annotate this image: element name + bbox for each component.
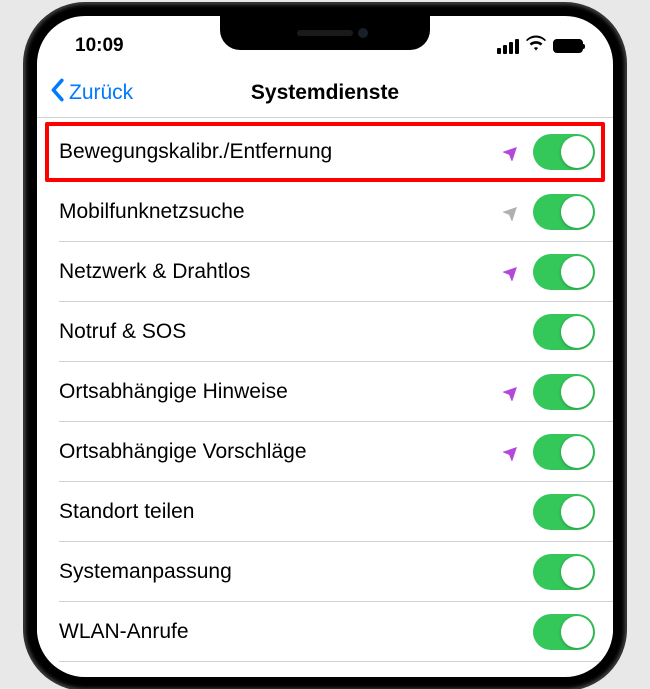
screen: 10:09 Zurück Systemdienste Bewegungskali… bbox=[37, 16, 613, 677]
setting-row-1: Mobilfunknetzsuche bbox=[37, 182, 613, 242]
location-arrow-icon bbox=[503, 143, 521, 161]
setting-row-2: Netzwerk & Drahtlos bbox=[37, 242, 613, 302]
toggle-switch[interactable] bbox=[533, 494, 595, 530]
toggle-knob bbox=[561, 616, 593, 648]
row-controls bbox=[503, 134, 595, 170]
setting-row-6: Standort teilen bbox=[37, 482, 613, 542]
row-controls bbox=[533, 554, 595, 590]
toggle-knob bbox=[561, 556, 593, 588]
setting-row-4: Ortsabhängige Hinweise bbox=[37, 362, 613, 422]
location-arrow-icon bbox=[503, 263, 521, 281]
setting-label: Notruf & SOS bbox=[59, 320, 186, 344]
toggle-switch[interactable] bbox=[533, 614, 595, 650]
toggle-knob bbox=[561, 436, 593, 468]
toggle-switch[interactable] bbox=[533, 254, 595, 290]
location-arrow-icon bbox=[503, 203, 521, 221]
setting-row-8: WLAN-Anrufe bbox=[37, 602, 613, 662]
toggle-knob bbox=[561, 196, 593, 228]
back-label: Zurück bbox=[69, 81, 133, 105]
back-button[interactable]: Zurück bbox=[37, 78, 133, 108]
toggle-switch[interactable] bbox=[533, 194, 595, 230]
status-time: 10:09 bbox=[75, 27, 124, 57]
toggle-knob bbox=[561, 136, 593, 168]
setting-label: WLAN-Anrufe bbox=[59, 620, 189, 644]
toggle-switch[interactable] bbox=[533, 134, 595, 170]
row-controls bbox=[503, 374, 595, 410]
setting-label: Standort teilen bbox=[59, 500, 194, 524]
setting-label: Netzwerk & Drahtlos bbox=[59, 260, 250, 284]
location-arrow-icon bbox=[503, 443, 521, 461]
toggle-switch[interactable] bbox=[533, 434, 595, 470]
battery-icon bbox=[553, 39, 583, 53]
row-controls bbox=[503, 194, 595, 230]
row-controls bbox=[533, 494, 595, 530]
navigation-bar: Zurück Systemdienste bbox=[37, 68, 613, 118]
cellular-signal-icon bbox=[497, 39, 519, 54]
setting-label: Systemanpassung bbox=[59, 560, 232, 584]
chevron-left-icon bbox=[49, 78, 65, 108]
setting-label: Mobilfunknetzsuche bbox=[59, 200, 245, 224]
row-controls bbox=[533, 314, 595, 350]
row-controls bbox=[503, 434, 595, 470]
toggle-switch[interactable] bbox=[533, 374, 595, 410]
row-controls bbox=[533, 614, 595, 650]
phone-frame: 10:09 Zurück Systemdienste Bewegungskali… bbox=[25, 4, 625, 689]
setting-label: Ortsabhängige Hinweise bbox=[59, 380, 288, 404]
setting-label: Ortsabhängige Vorschläge bbox=[59, 440, 307, 464]
row-controls bbox=[503, 254, 595, 290]
settings-list: Bewegungskalibr./Entfernung Mobilfunknetz… bbox=[37, 122, 613, 662]
speaker bbox=[297, 30, 353, 36]
setting-row-3: Notruf & SOS bbox=[37, 302, 613, 362]
toggle-switch[interactable] bbox=[533, 314, 595, 350]
wifi-icon bbox=[526, 35, 546, 57]
setting-row-5: Ortsabhängige Vorschläge bbox=[37, 422, 613, 482]
page-title: Systemdienste bbox=[251, 81, 399, 105]
notch bbox=[220, 16, 430, 50]
location-arrow-icon bbox=[503, 383, 521, 401]
status-indicators bbox=[497, 27, 583, 57]
setting-row-7: Systemanpassung bbox=[37, 542, 613, 602]
setting-row-0: Bewegungskalibr./Entfernung bbox=[45, 122, 605, 182]
setting-label: Bewegungskalibr./Entfernung bbox=[59, 140, 332, 164]
toggle-knob bbox=[561, 316, 593, 348]
toggle-switch[interactable] bbox=[533, 554, 595, 590]
front-camera bbox=[358, 28, 368, 38]
toggle-knob bbox=[561, 376, 593, 408]
toggle-knob bbox=[561, 256, 593, 288]
toggle-knob bbox=[561, 496, 593, 528]
